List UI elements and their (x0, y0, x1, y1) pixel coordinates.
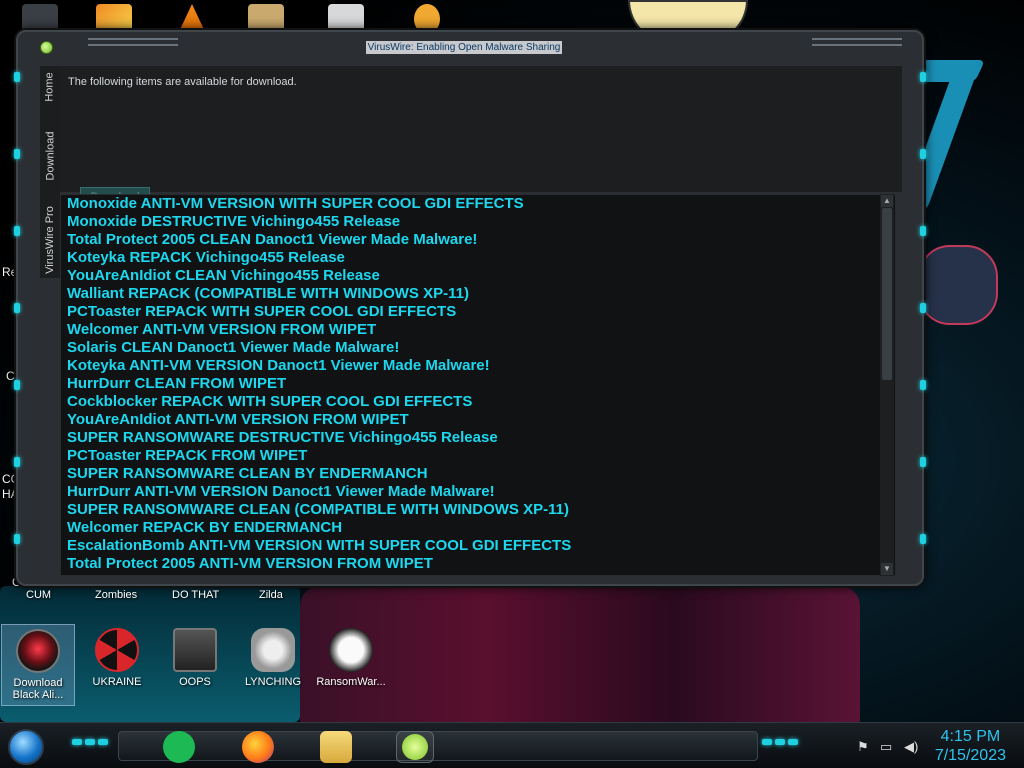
window-titlebar[interactable]: VirusWire: Enabling Open Malware Sharing (18, 32, 922, 62)
desktop-icon-label: LYNCHING (244, 676, 302, 688)
list-item[interactable]: Koteyka REPACK Vichingo455 Release (61, 249, 895, 267)
tab-download[interactable]: Download (40, 114, 60, 198)
viruswire-window[interactable]: VirusWire: Enabling Open Malware Sharing… (14, 30, 926, 586)
wallpaper-figure (918, 245, 998, 325)
list-item[interactable]: Monoxide DESTRUCTIVE Vichingo455 Release (61, 213, 895, 231)
list-item[interactable]: SUPER RANSOMWARE DESTRUCTIVE Vichingo455… (61, 429, 895, 447)
window-rail-left (14, 72, 20, 544)
desktop-label-2[interactable]: Zombies (95, 589, 137, 601)
tab-download-label: Download (44, 131, 57, 181)
clock[interactable]: 4:15 PM 7/15/2023 (935, 727, 1006, 765)
taskbar-decoration-left (72, 739, 108, 745)
list-item[interactable]: YouAreAnIdiot ANTI-VM VERSION FROM WIPET (61, 411, 895, 429)
list-item[interactable]: HurrDurr ANTI-VM VERSION Danoct1 Viewer … (61, 483, 895, 501)
download-listbox[interactable]: Monoxide ANTI-VM VERSION WITH SUPER COOL… (60, 194, 896, 576)
titlebar-decoration-left (88, 38, 178, 46)
list-item[interactable]: HurrDurr CLEAN FROM WIPET (61, 375, 895, 393)
titlebar-decoration-right (812, 38, 902, 46)
firefox-icon[interactable] (242, 731, 274, 763)
list-item[interactable]: Total Protect 2005 ANTI-VM VERSION FROM … (61, 555, 895, 573)
tab-home-label: Home (44, 72, 56, 102)
taskbar-app-well (118, 731, 758, 761)
terminal-icon (173, 628, 217, 672)
list-item[interactable]: EscalationBomb ANTI-VM VERSION WITH SUPE… (61, 537, 895, 555)
scroll-up-arrow-icon[interactable]: ▲ (881, 195, 893, 207)
lime-icon[interactable] (396, 731, 434, 763)
list-item[interactable]: Cockblocker REPACK WITH SUPER COOL GDI E… (61, 393, 895, 411)
list-item[interactable]: Koteyka ANTI-VM VERSION Danoct1 Viewer M… (61, 357, 895, 375)
folder-icon[interactable] (320, 731, 352, 763)
download-panel: The following items are available for do… (60, 66, 902, 207)
desktop-icon-label: Download Black Ali... (12, 677, 64, 701)
scroll-down-arrow-icon[interactable]: ▼ (881, 563, 893, 575)
black-orb-icon (16, 629, 60, 673)
radiation-icon (95, 628, 139, 672)
taskbar-decoration-right (762, 739, 798, 745)
desktop-label-1[interactable]: CUM (26, 589, 51, 601)
list-item[interactable]: PCToaster REPACK WITH SUPER COOL GDI EFF… (61, 303, 895, 321)
window-rail-right (920, 72, 926, 544)
window-title: VirusWire: Enabling Open Malware Sharing (365, 40, 563, 54)
volume-icon[interactable]: ◀) (904, 739, 918, 755)
list-scrollbar[interactable]: ▲ ▼ (880, 194, 894, 576)
desktop-label-3[interactable]: DO THAT (172, 589, 219, 601)
desktop-icon-label: OOPS (179, 676, 211, 688)
panel-message: The following items are available for do… (68, 76, 297, 88)
clock-date: 7/15/2023 (934, 747, 1006, 764)
list-item[interactable]: Welcomer ANTI-VM VERSION FROM WIPET (61, 321, 895, 339)
clock-time: 4:15 PM (940, 728, 1001, 745)
list-item[interactable]: Solaris CLEAN Danoct1 Viewer Made Malwar… (61, 339, 895, 357)
list-item[interactable]: Monoxide ANTI-VM VERSION WITH SUPER COOL… (61, 195, 895, 213)
list-item[interactable]: Total Protect 2005 CLEAN Danoct1 Viewer … (61, 231, 895, 249)
desktop-icon-oops[interactable]: OOPS (158, 628, 232, 688)
list-item[interactable]: Welcomer REPACK BY ENDERMANCH (61, 519, 895, 537)
tab-home[interactable]: Home (40, 66, 60, 108)
tab-viruswire-pro[interactable]: VirusWire Pro (40, 202, 60, 278)
list-item[interactable]: PCToaster REPACK FROM WIPET (61, 447, 895, 465)
lime-icon[interactable] (40, 41, 53, 54)
list-item[interactable]: SUPER RANSOMWARE CLEAN BY ENDERMANCH (61, 465, 895, 483)
flag-icon[interactable]: ⚑ (857, 739, 869, 755)
desktop-icon-lynching[interactable]: LYNCHING (236, 628, 310, 688)
desktop-icon-ransomware[interactable]: RansomWar... (314, 628, 388, 688)
list-item[interactable]: SUPER RANSOMWARE CLEAN (COMPATIBLE WITH … (61, 501, 895, 519)
vertical-tab-strip: Home Download VirusWire Pro (40, 66, 60, 278)
list-item[interactable]: YouAreAnIdiot CLEAN Vichingo455 Release (61, 267, 895, 285)
scrollbar-thumb[interactable] (882, 208, 892, 380)
taskbar: ⚑ ▭ ◀) 4:15 PM 7/15/2023 (0, 722, 1024, 768)
desktop-label-4[interactable]: Zilda (259, 589, 283, 601)
desktop-icon-label: RansomWar... (316, 676, 386, 688)
tab-viruswire-pro-label: VirusWire Pro (44, 206, 56, 274)
desktop-icon-label: UKRAINE (92, 676, 142, 688)
list-item[interactable]: Walliant REPACK (COMPATIBLE WITH WINDOWS… (61, 285, 895, 303)
desktop-icon-ukraine[interactable]: UKRAINE (80, 628, 154, 688)
network-icon[interactable]: ▭ (880, 739, 892, 755)
skull-flag-icon (251, 628, 295, 672)
desktop-icon-download-black[interactable]: Download Black Ali... (1, 624, 75, 706)
skull-icon (329, 628, 373, 672)
start-button[interactable] (8, 729, 44, 765)
spotify-icon[interactable] (163, 731, 195, 763)
